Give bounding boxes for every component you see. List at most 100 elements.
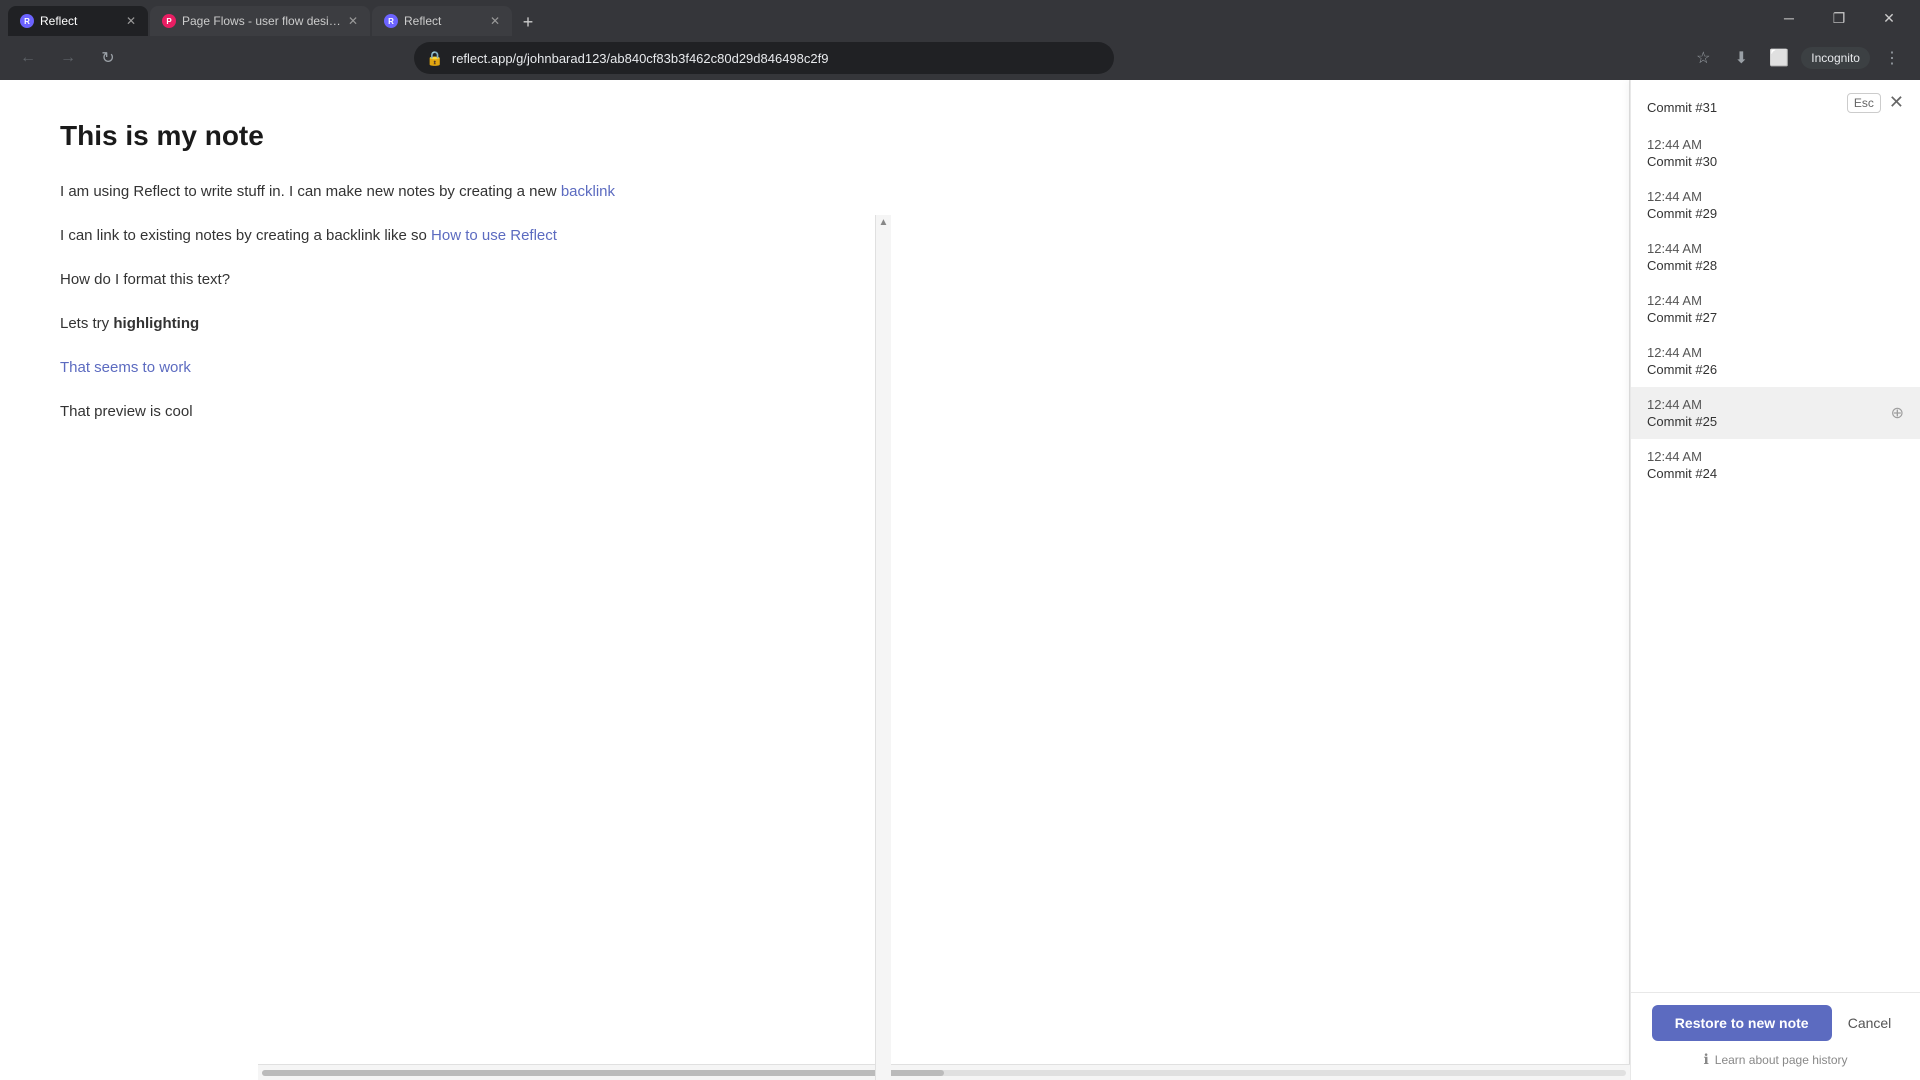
url-display: reflect.app/g/johnbarad123/ab840cf83b3f4… bbox=[452, 51, 1103, 66]
history-list[interactable]: Commit #31 12:44 AM Commit #30 ⊕ bbox=[1631, 80, 1920, 992]
history-item-30[interactable]: 12:44 AM Commit #30 ⊕ bbox=[1631, 127, 1920, 179]
extensions-button[interactable]: ⬜ bbox=[1763, 42, 1795, 74]
note-paragraph-6: That preview is cool bbox=[60, 400, 1569, 424]
note-paragraph-3: How do I format this text? bbox=[60, 268, 1569, 292]
history-commit-24: Commit #24 bbox=[1647, 466, 1717, 481]
reflect-favicon-1: R bbox=[20, 14, 34, 28]
history-item-info-26: 12:44 AM Commit #26 bbox=[1647, 345, 1717, 377]
note-text-3: How do I format this text? bbox=[60, 271, 230, 288]
history-item-info-top: Commit #31 bbox=[1647, 100, 1717, 115]
browser-frame: R Reflect ✕ P Page Flows - user flow des… bbox=[0, 0, 1920, 1080]
note-text-1a: I am using Reflect to write stuff in. I … bbox=[60, 183, 561, 200]
maximize-button[interactable]: ❐ bbox=[1816, 3, 1862, 33]
download-button[interactable]: ⬇ bbox=[1725, 42, 1757, 74]
note-paragraph-4: Lets try highlighting bbox=[60, 312, 1569, 336]
history-time-30: 12:44 AM bbox=[1647, 137, 1717, 152]
history-commit-29: Commit #29 bbox=[1647, 206, 1717, 221]
tab-label-2: Page Flows - user flow design ... bbox=[182, 14, 342, 28]
note-text-4a: Lets try bbox=[60, 315, 113, 332]
history-commit-top: Commit #31 bbox=[1647, 100, 1717, 115]
cancel-button[interactable]: Cancel bbox=[1840, 1011, 1900, 1035]
history-item-info-30: 12:44 AM Commit #30 bbox=[1647, 137, 1717, 169]
note-text-6: That preview is cool bbox=[60, 403, 193, 420]
back-button[interactable]: ← bbox=[12, 42, 44, 74]
browser-titlebar: R Reflect ✕ P Page Flows - user flow des… bbox=[0, 0, 1920, 36]
overlay-close-button[interactable]: ✕ bbox=[1889, 92, 1904, 113]
note-paragraph-5: That seems to work bbox=[60, 356, 1569, 380]
browser-content: Esc ✕ This is my note I am using Reflect… bbox=[0, 80, 1920, 1080]
note-text-2a: I can link to existing notes by creating… bbox=[60, 227, 431, 244]
reflect-favicon-3: R bbox=[384, 14, 398, 28]
incognito-badge: Incognito bbox=[1801, 47, 1870, 69]
tab-reflect-1[interactable]: R Reflect ✕ bbox=[8, 6, 148, 36]
note-bold-highlighting: highlighting bbox=[113, 315, 199, 332]
note-area: This is my note I am using Reflect to wr… bbox=[0, 80, 1630, 1080]
address-bar[interactable]: 🔒 reflect.app/g/johnbarad123/ab840cf83b3… bbox=[414, 42, 1114, 74]
toolbar-actions: ☆ ⬇ ⬜ Incognito ⋮ bbox=[1687, 42, 1908, 74]
history-time-27: 12:44 AM bbox=[1647, 293, 1717, 308]
history-time-24: 12:44 AM bbox=[1647, 449, 1717, 464]
history-footer: Restore to new note Cancel ℹ Learn about… bbox=[1631, 992, 1920, 1080]
tab-reflect-3[interactable]: R Reflect ✕ bbox=[372, 6, 512, 36]
tab-label-3: Reflect bbox=[404, 14, 484, 28]
tab-pageflows[interactable]: P Page Flows - user flow design ... ✕ bbox=[150, 6, 370, 36]
history-commit-25: Commit #25 bbox=[1647, 414, 1717, 429]
pageflows-favicon: P bbox=[162, 14, 176, 28]
note-paragraph-2: I can link to existing notes by creating… bbox=[60, 224, 1569, 248]
history-commit-27: Commit #27 bbox=[1647, 310, 1717, 325]
learn-link[interactable]: ℹ Learn about page history bbox=[1703, 1051, 1847, 1068]
history-commit-28: Commit #28 bbox=[1647, 258, 1717, 273]
history-item-info-27: 12:44 AM Commit #27 bbox=[1647, 293, 1717, 325]
tab-close-1[interactable]: ✕ bbox=[126, 14, 136, 28]
learn-link-text: Learn about page history bbox=[1715, 1053, 1848, 1067]
history-item-info-25: 12:44 AM Commit #25 bbox=[1647, 397, 1717, 429]
history-item-info-28: 12:44 AM Commit #28 bbox=[1647, 241, 1717, 273]
overlay-controls: Esc ✕ bbox=[1847, 92, 1904, 113]
history-time-29: 12:44 AM bbox=[1647, 189, 1717, 204]
note-vertical-scrollbar[interactable]: ▲ ▼ bbox=[875, 215, 891, 1080]
history-panel: Commit #31 12:44 AM Commit #30 ⊕ bbox=[1630, 80, 1920, 1080]
history-item-26[interactable]: 12:44 AM Commit #26 ⊕ bbox=[1631, 335, 1920, 387]
history-item-info-29: 12:44 AM Commit #29 bbox=[1647, 189, 1717, 221]
footer-action-row: Restore to new note Cancel bbox=[1652, 1005, 1900, 1041]
history-time-26: 12:44 AM bbox=[1647, 345, 1717, 360]
history-item-29[interactable]: 12:44 AM Commit #29 ⊕ bbox=[1631, 179, 1920, 231]
that-seems-to-work-link[interactable]: That seems to work bbox=[60, 359, 191, 376]
new-tab-button[interactable]: + bbox=[514, 8, 542, 36]
lock-icon: 🔒 bbox=[426, 50, 443, 67]
esc-button[interactable]: Esc bbox=[1847, 93, 1881, 113]
history-time-28: 12:44 AM bbox=[1647, 241, 1717, 256]
backlink-link[interactable]: backlink bbox=[561, 183, 615, 200]
minimize-button[interactable]: ─ bbox=[1766, 3, 1812, 33]
note-title: This is my note bbox=[60, 120, 1569, 152]
menu-button[interactable]: ⋮ bbox=[1876, 42, 1908, 74]
window-controls: ─ ❐ ✕ bbox=[1766, 3, 1912, 33]
history-item-28[interactable]: 12:44 AM Commit #28 ⊕ bbox=[1631, 231, 1920, 283]
tab-strip: R Reflect ✕ P Page Flows - user flow des… bbox=[8, 0, 1754, 36]
forward-button[interactable]: → bbox=[52, 42, 84, 74]
history-item-27[interactable]: 12:44 AM Commit #27 ⊕ bbox=[1631, 283, 1920, 335]
history-commit-26: Commit #26 bbox=[1647, 362, 1717, 377]
note-paragraph-1: I am using Reflect to write stuff in. I … bbox=[60, 180, 1569, 204]
tab-close-2[interactable]: ✕ bbox=[348, 14, 358, 28]
tab-label-1: Reflect bbox=[40, 14, 120, 28]
history-restore-icon-25: ⊕ bbox=[1891, 403, 1904, 423]
restore-button[interactable]: Restore to new note bbox=[1652, 1005, 1832, 1041]
reload-button[interactable]: ↻ bbox=[92, 42, 124, 74]
close-window-button[interactable]: ✕ bbox=[1866, 3, 1912, 33]
history-time-25: 12:44 AM bbox=[1647, 397, 1717, 412]
history-commit-30: Commit #30 bbox=[1647, 154, 1717, 169]
how-to-use-reflect-link[interactable]: How to use Reflect bbox=[431, 227, 557, 244]
history-item-info-24: 12:44 AM Commit #24 bbox=[1647, 449, 1717, 481]
h-scroll-thumb[interactable] bbox=[262, 1070, 944, 1076]
bookmark-button[interactable]: ☆ bbox=[1687, 42, 1719, 74]
info-icon: ℹ bbox=[1703, 1051, 1708, 1068]
history-item-25[interactable]: 12:44 AM Commit #25 ⊕ bbox=[1631, 387, 1920, 439]
history-item-24[interactable]: 12:44 AM Commit #24 ⊕ bbox=[1631, 439, 1920, 491]
horizontal-scrollbar[interactable] bbox=[258, 1064, 1630, 1080]
tab-close-3[interactable]: ✕ bbox=[490, 14, 500, 28]
h-scroll-track bbox=[262, 1070, 1626, 1076]
scroll-up-arrow[interactable]: ▲ bbox=[879, 217, 889, 228]
browser-toolbar: ← → ↻ 🔒 reflect.app/g/johnbarad123/ab840… bbox=[0, 36, 1920, 80]
content-layout: This is my note I am using Reflect to wr… bbox=[0, 80, 1920, 1080]
